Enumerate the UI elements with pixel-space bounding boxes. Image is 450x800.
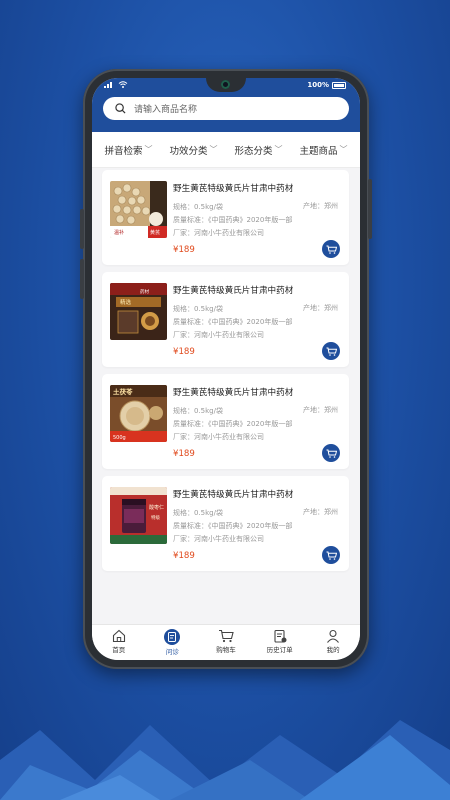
chevron-down-icon: ﹀ bbox=[144, 145, 153, 154]
search-input[interactable]: 请输入商品名称 bbox=[134, 102, 197, 115]
product-standard: 质量标准：《中国药典》2020年版一部 bbox=[173, 522, 293, 530]
product-photo-2-icon: 精选 药材 bbox=[110, 283, 167, 340]
tab-profile[interactable]: 我的 bbox=[308, 629, 358, 654]
status-bar-right: 100% bbox=[307, 81, 346, 89]
tab-cart[interactable]: 购物车 bbox=[201, 629, 251, 654]
cart-icon bbox=[218, 629, 234, 643]
product-price: ¥189 bbox=[173, 449, 195, 459]
product-price: ¥189 bbox=[173, 551, 195, 561]
product-list: 温补 黄芪 野生黄芪特级黄氏片甘肃中药材 规格：0.5kg/袋 产地：郑州 质量… bbox=[102, 170, 349, 578]
product-origin: 产地：郑州 bbox=[303, 508, 338, 516]
status-bar-left bbox=[104, 81, 128, 88]
tab-label: 历史订单 bbox=[266, 646, 293, 654]
tab-order-history[interactable]: 历史订单 bbox=[255, 629, 305, 654]
product-card[interactable]: 酸枣仁 特级 野生黄芪特级黄氏片甘肃中药材 规格：0.5kg/袋 产地：郑州 质… bbox=[102, 476, 349, 571]
product-price: ¥189 bbox=[173, 347, 195, 357]
product-photo-3-icon: 土茯苓 500g bbox=[110, 385, 167, 442]
product-title: 野生黄芪特级黄氏片甘肃中药材 bbox=[173, 184, 294, 194]
bottom-tab-bar: 首页 问诊 购物车 历史订单 我的 bbox=[92, 624, 360, 660]
mountain-decoration bbox=[0, 720, 450, 800]
product-origin: 产地：郑州 bbox=[303, 202, 338, 210]
svg-text:500g: 500g bbox=[113, 435, 126, 441]
tab-label: 首页 bbox=[112, 646, 126, 654]
product-origin: 产地：郑州 bbox=[303, 304, 338, 312]
svg-text:酸枣仁: 酸枣仁 bbox=[149, 504, 164, 511]
camera-notch bbox=[206, 78, 246, 92]
product-standard: 质量标准：《中国药典》2020年版一部 bbox=[173, 318, 293, 326]
svg-text:温补: 温补 bbox=[114, 229, 124, 236]
product-maker: 厂家：河南小牛药业有限公司 bbox=[173, 535, 264, 543]
wifi-icon bbox=[118, 81, 128, 88]
product-maker: 厂家：河南小牛药业有限公司 bbox=[173, 331, 264, 339]
svg-text:土茯苓: 土茯苓 bbox=[113, 387, 133, 396]
cart-icon bbox=[326, 347, 337, 356]
filter-bar: 拼音检索 ﹀ 功效分类 ﹀ 形态分类 ﹀ 主题商品 ﹀ bbox=[92, 132, 360, 168]
filter-label: 功效分类 bbox=[169, 145, 208, 157]
product-maker: 厂家：河南小牛药业有限公司 bbox=[173, 433, 264, 441]
chevron-down-icon: ﹀ bbox=[274, 145, 283, 154]
product-card[interactable]: 温补 黄芪 野生黄芪特级黄氏片甘肃中药材 规格：0.5kg/袋 产地：郑州 质量… bbox=[102, 170, 349, 265]
svg-text:药材: 药材 bbox=[140, 288, 149, 295]
home-icon bbox=[112, 629, 125, 643]
search-icon bbox=[115, 103, 126, 114]
filter-label: 形态分类 bbox=[234, 145, 273, 157]
tab-consult[interactable]: 问诊 bbox=[147, 629, 197, 656]
filter-theme[interactable]: 主题商品 ﹀ bbox=[299, 143, 347, 157]
product-photo-4-icon: 酸枣仁 特级 bbox=[110, 487, 167, 544]
cart-icon bbox=[326, 245, 337, 254]
product-origin: 产地：郑州 bbox=[303, 406, 338, 414]
cart-icon bbox=[326, 551, 337, 560]
signal-icon bbox=[104, 82, 112, 88]
product-price: ¥189 bbox=[173, 245, 195, 255]
svg-text:精选: 精选 bbox=[120, 298, 132, 306]
add-to-cart-button[interactable] bbox=[322, 546, 340, 564]
product-spec: 规格：0.5kg/袋 bbox=[173, 305, 223, 313]
product-card[interactable]: 精选 药材 野生黄芪特级黄氏片甘肃中药材 规格：0.5kg/袋 产地：郑州 质量… bbox=[102, 272, 349, 367]
chevron-down-icon: ﹀ bbox=[339, 145, 348, 154]
chevron-down-icon: ﹀ bbox=[209, 145, 218, 154]
filter-form[interactable]: 形态分类 ﹀ bbox=[234, 143, 282, 157]
product-title: 野生黄芪特级黄氏片甘肃中药材 bbox=[173, 286, 294, 296]
camera-icon bbox=[221, 80, 230, 89]
tab-home[interactable]: 首页 bbox=[94, 629, 144, 654]
product-card[interactable]: 土茯苓 500g 野生黄芪特级黄氏片甘肃中药材 规格：0.5kg/袋 产地：郑州… bbox=[102, 374, 349, 469]
product-standard: 质量标准：《中国药典》2020年版一部 bbox=[173, 216, 293, 224]
product-spec: 规格：0.5kg/袋 bbox=[173, 203, 223, 211]
product-photo-1-icon: 温补 黄芪 bbox=[110, 181, 167, 238]
add-to-cart-button[interactable] bbox=[322, 342, 340, 360]
phone-frame: 100% 请输入商品名称 拼音检索﹀ 功效分类﹀ 形态分类﹀ 主题商品﹀ bbox=[80, 69, 372, 669]
tab-label: 问诊 bbox=[165, 648, 179, 656]
product-spec: 规格：0.5kg/袋 bbox=[173, 509, 223, 517]
app-header: 100% 请输入商品名称 bbox=[92, 78, 360, 132]
tab-label: 我的 bbox=[326, 646, 340, 654]
filter-label: 拼音检索 bbox=[104, 145, 143, 157]
product-spec: 规格：0.5kg/袋 bbox=[173, 407, 223, 415]
battery-percentage: 100% bbox=[307, 81, 329, 89]
app-screen: 100% 请输入商品名称 拼音检索﹀ 功效分类﹀ 形态分类﹀ 主题商品﹀ bbox=[92, 78, 360, 660]
consult-icon bbox=[164, 629, 181, 645]
filter-efficacy[interactable]: 功效分类 ﹀ bbox=[169, 143, 217, 157]
search-bar[interactable]: 请输入商品名称 bbox=[103, 97, 349, 120]
product-title: 野生黄芪特级黄氏片甘肃中药材 bbox=[173, 490, 294, 500]
battery-icon bbox=[332, 81, 346, 89]
add-to-cart-button[interactable] bbox=[322, 240, 340, 258]
cart-icon bbox=[326, 449, 337, 458]
add-to-cart-button[interactable] bbox=[322, 444, 340, 462]
svg-text:特级: 特级 bbox=[151, 514, 160, 521]
tab-label: 购物车 bbox=[216, 646, 236, 654]
svg-text:黄芪: 黄芪 bbox=[150, 229, 160, 236]
filter-pinyin[interactable]: 拼音检索 ﹀ bbox=[104, 143, 152, 157]
product-standard: 质量标准：《中国药典》2020年版一部 bbox=[173, 420, 293, 428]
product-maker: 厂家：河南小牛药业有限公司 bbox=[173, 229, 264, 237]
filter-label: 主题商品 bbox=[299, 145, 338, 157]
product-title: 野生黄芪特级黄氏片甘肃中药材 bbox=[173, 388, 294, 398]
order-history-icon bbox=[274, 629, 287, 643]
profile-icon bbox=[327, 629, 340, 643]
